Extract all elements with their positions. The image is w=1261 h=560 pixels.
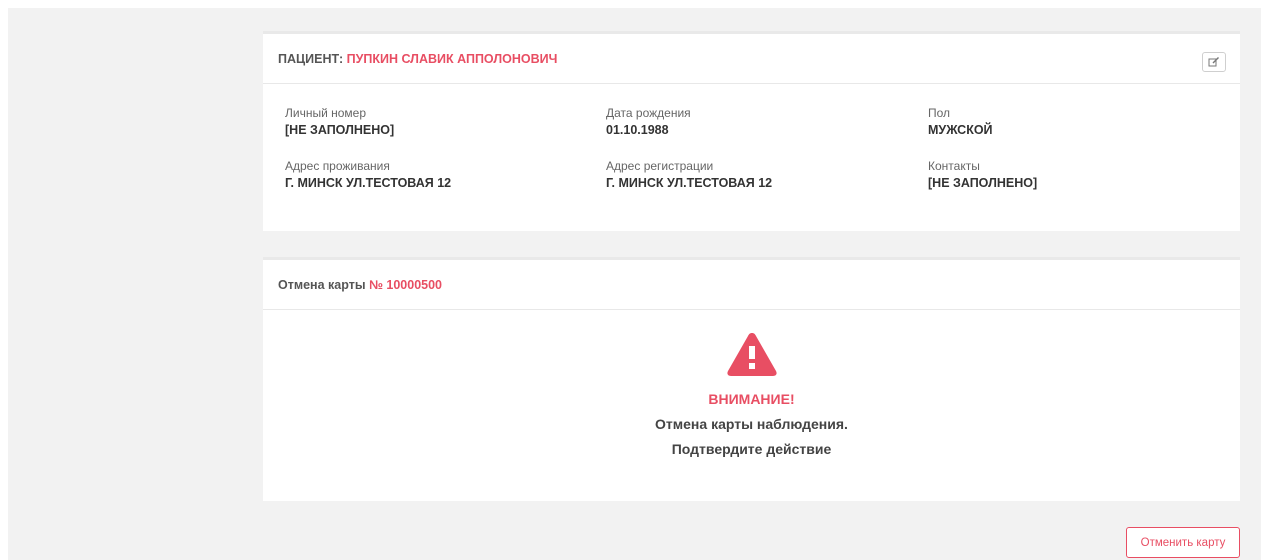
patient-panel-header: ПАЦИЕНТ: ПУПКИН СЛАВИК АППОЛОНОВИЧ [263,34,1240,84]
patient-panel: ПАЦИЕНТ: ПУПКИН СЛАВИК АППОЛОНОВИЧ Личны… [263,31,1240,231]
field-registration-address: Адрес регистрации Г. МИНСК УЛ.ТЕСТОВАЯ 1… [606,159,772,190]
card-cancel-header: Отмена карты № 10000500 [263,260,1240,310]
field-sex: Пол МУЖСКОЙ [928,106,993,137]
field-residence-address: Адрес проживания Г. МИНСК УЛ.ТЕСТОВАЯ 12 [285,159,451,190]
field-label: Дата рождения [606,106,691,120]
field-value: МУЖСКОЙ [928,123,993,137]
card-cancel-label: Отмена карты [278,277,366,292]
patient-info-grid: Личный номер [НЕ ЗАПОЛНЕНО] Дата рождени… [263,84,1240,204]
card-cancel-panel: Отмена карты № 10000500 ВНИМАНИЕ! Отмена… [263,257,1240,501]
warning-confirm-text: Подтвердите действие [671,441,832,457]
field-value: 01.10.1988 [606,123,669,137]
patient-title: ПАЦИЕНТ: ПУПКИН СЛАВИК АППОЛОНОВИЧ [278,52,557,66]
field-birth-date: Дата рождения 01.10.1988 [606,106,691,137]
card-number: № 10000500 [368,277,443,292]
field-value: [НЕ ЗАПОЛНЕНО] [928,176,1038,190]
field-value: [НЕ ЗАПОЛНЕНО] [285,123,395,137]
field-label: Адрес регистрации [606,159,714,173]
warning-message: Отмена карты наблюдения. [655,416,848,432]
warning-title: ВНИМАНИЕ! [708,391,795,407]
field-label: Адрес проживания [285,159,390,173]
field-value: Г. МИНСК УЛ.ТЕСТОВАЯ 12 [606,176,773,190]
field-label: Личный номер [285,106,367,120]
warning-block: ВНИМАНИЕ! Отмена карты наблюдения. Подтв… [263,330,1240,457]
patient-name: ПУПКИН СЛАВИК АППОЛОНОВИЧ [346,51,558,66]
field-personal-number: Личный номер [НЕ ЗАПОЛНЕНО] [285,106,394,137]
field-label: Контакты [928,159,980,173]
cancel-card-button[interactable]: Отменить карту [1126,527,1240,558]
warning-triangle-icon [726,333,777,376]
edit-patient-button[interactable] [1202,52,1226,72]
patient-label: ПАЦИЕНТ: [278,51,344,66]
field-label: Пол [928,106,951,120]
card-cancel-title: Отмена карты № 10000500 [278,278,442,292]
edit-icon [1208,57,1219,67]
field-value: Г. МИНСК УЛ.ТЕСТОВАЯ 12 [285,176,452,190]
field-contacts: Контакты [НЕ ЗАПОЛНЕНО] [928,159,1037,190]
